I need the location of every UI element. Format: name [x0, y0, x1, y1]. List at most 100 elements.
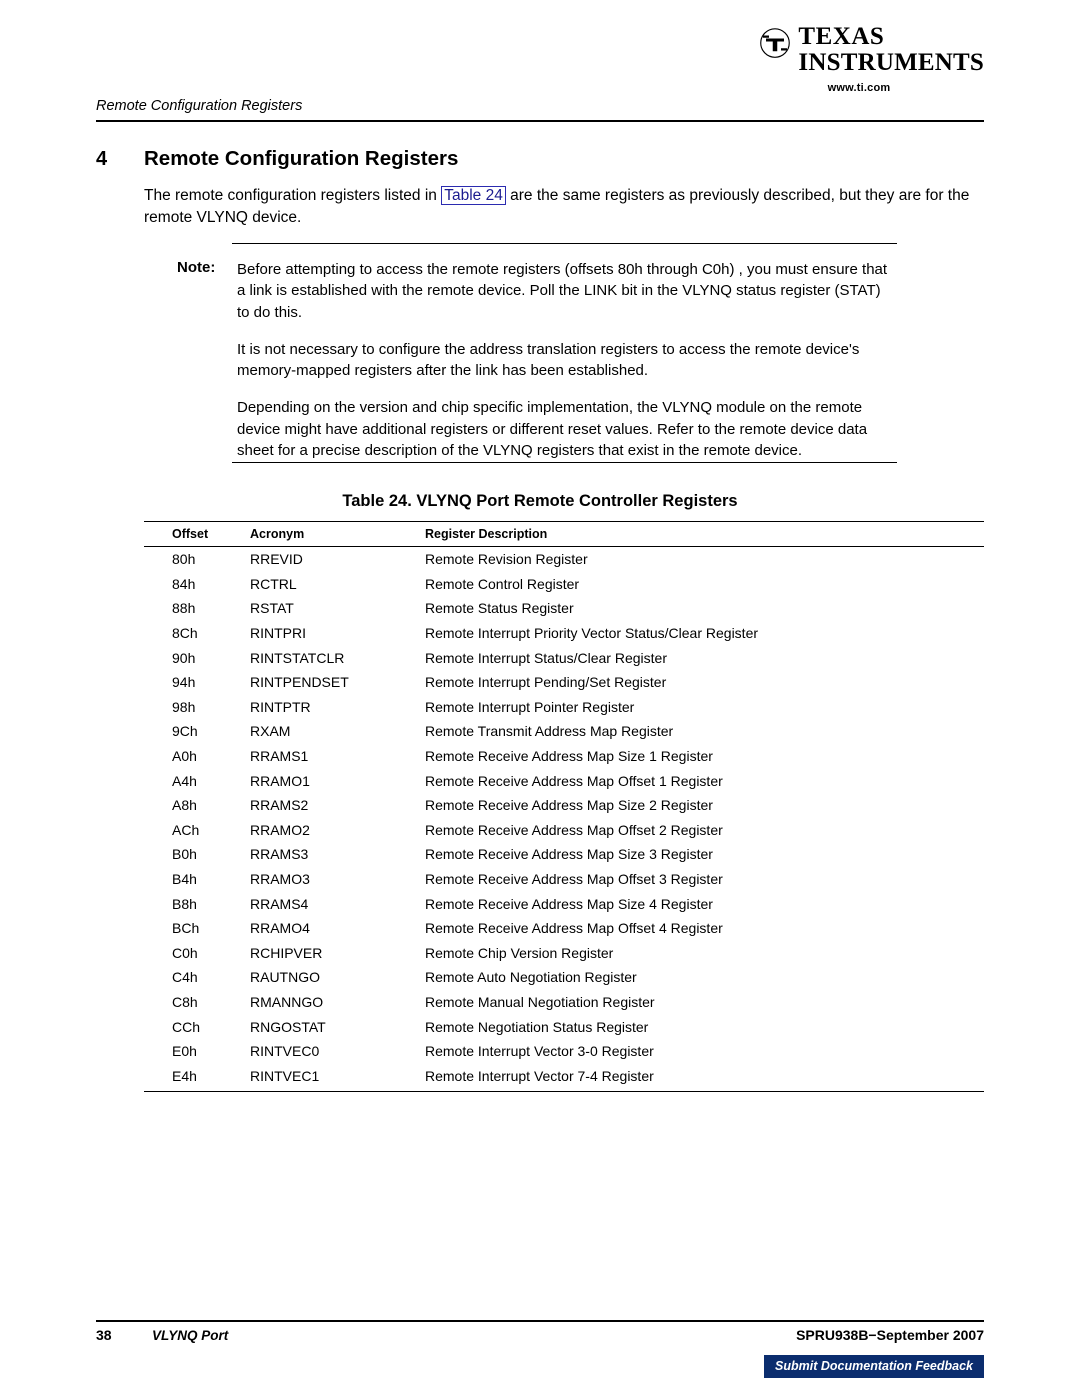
cell-offset: 98h — [172, 698, 196, 715]
table-row: 98h RINTPTR Remote Interrupt Pointer Regis… — [144, 695, 984, 720]
cell-acronym: RAUTNGO — [250, 969, 320, 986]
table-row: A0h RRAMS1 Remote Receive Address Map Size… — [144, 744, 984, 769]
ti-logo-row: TEXAS INSTRUMENTS — [744, 24, 984, 75]
cell-offset: BCh — [172, 920, 200, 937]
section-title: Remote Configuration Registers — [144, 147, 459, 170]
cell-description: Remote Transmit Address Map Register — [425, 723, 674, 740]
cell-offset: 94h — [172, 674, 196, 691]
cell-offset: E4h — [144, 1063, 250, 1092]
cell-acronym: RRAMS3 — [250, 846, 309, 863]
cell-description: Remote Receive Address Map Size 3 Regist… — [425, 846, 713, 863]
table-row: E4h RINTVEC1 Remote Interrupt Vector 7-4 R… — [144, 1063, 984, 1092]
table-caption: Table 24. VLYNQ Port Remote Controller R… — [342, 492, 738, 510]
table-row: 80h RREVID Remote Revision Register — [144, 547, 984, 572]
cell-offset: 80h — [172, 551, 196, 568]
cell-offset: A4h — [172, 772, 197, 789]
table-row: B0h RRAMS3 Remote Receive Address Map Size… — [144, 842, 984, 867]
footer-page-number: 38 — [96, 1327, 112, 1343]
running-head: Remote Configuration Registers — [96, 98, 303, 114]
column-header-acronym: Acronym — [250, 521, 425, 547]
cell-offset: C4h — [172, 969, 198, 986]
cell-offset: C0h — [172, 944, 198, 961]
note-bottom-rule — [232, 462, 897, 463]
cell-description: Remote Status Register — [425, 600, 574, 617]
footer-rule — [96, 1320, 984, 1322]
cell-description: Remote Revision Register — [425, 551, 588, 568]
table-header: Offset Acronym Register Description — [144, 521, 984, 547]
table-row: A8h RRAMS2 Remote Receive Address Map Size… — [144, 793, 984, 818]
cell-description: Remote Interrupt Priority Vector Status/… — [425, 625, 759, 642]
register-table: Offset Acronym Register Description 80h R… — [144, 521, 984, 1092]
table-row: B8h RRAMS4 Remote Receive Address Map Size… — [144, 891, 984, 916]
cell-description: Remote Receive Address Map Size 2 Regist… — [425, 797, 713, 814]
column-header-description: Register Description — [425, 521, 984, 547]
cell-offset: A0h — [172, 748, 197, 765]
cell-acronym: RREVID — [250, 551, 303, 568]
cell-acronym: RMANNGO — [250, 993, 324, 1010]
table-row: ACh RRAMO2 Remote Receive Address Map Offs… — [144, 818, 984, 843]
cell-acronym: RXAM — [250, 723, 291, 740]
cell-acronym: RNGOSTAT — [250, 1018, 326, 1035]
cell-offset: A8h — [172, 797, 197, 814]
cell-acronym: RINTPENDSET — [250, 674, 349, 691]
footer-doc-title: VLYNQ Port — [152, 1328, 229, 1343]
table-row: CCh RNGOSTAT Remote Negotiation Status Reg… — [144, 1014, 984, 1039]
cell-offset: 90h — [172, 649, 196, 666]
cell-acronym: RINTVEC1 — [250, 1063, 425, 1092]
table-row: A4h RRAMO1 Remote Receive Address Map Offs… — [144, 768, 984, 793]
header-rule — [96, 120, 984, 122]
cell-acronym: RINTPRI — [250, 625, 306, 642]
note-paragraph-2: It is not necessary to configure the add… — [237, 340, 860, 380]
table-row: C0h RCHIPVER Remote Chip Version Register — [144, 941, 984, 966]
cell-acronym: RCHIPVER — [250, 944, 323, 961]
cell-acronym: RRAMS1 — [250, 748, 309, 765]
cell-acronym: RRAMS4 — [250, 895, 309, 912]
table-24-crossref-link[interactable]: Table 24 — [441, 186, 506, 205]
cell-offset: 88h — [172, 600, 196, 617]
table-header-row: Offset Acronym Register Description — [144, 521, 984, 547]
ti-instruments-text: INSTRUMENTS — [798, 49, 984, 76]
cell-description: Remote Receive Address Map Offset 2 Regi… — [425, 821, 723, 838]
submit-documentation-feedback-link[interactable]: Submit Documentation Feedback — [764, 1355, 984, 1378]
cell-description: Remote Auto Negotiation Register — [425, 969, 637, 986]
cell-acronym: RRAMO1 — [250, 772, 310, 789]
cell-acronym: RRAMO2 — [250, 821, 310, 838]
note-paragraph-3: Depending on the version and chip specif… — [237, 399, 868, 460]
cell-offset: ACh — [172, 821, 200, 838]
cell-acronym: RINTVEC0 — [250, 1043, 320, 1060]
cell-offset: B0h — [172, 846, 197, 863]
ti-texas-text: TEXAS — [798, 23, 885, 50]
document-page: TEXAS INSTRUMENTS www.ti.com Remote Conf… — [0, 0, 1080, 1397]
footer-doc-id: SPRU938B−September 2007 — [796, 1327, 984, 1343]
table-row: 88h RSTAT Remote Status Register — [144, 596, 984, 621]
table-row: C8h RMANNGO Remote Manual Negotiation Regi… — [144, 990, 984, 1015]
column-header-offset: Offset — [144, 521, 250, 547]
table-row: C4h RAUTNGO Remote Auto Negotiation Regist… — [144, 965, 984, 990]
cell-description: Remote Receive Address Map Offset 4 Regi… — [425, 920, 723, 937]
table-row: BCh RRAMO4 Remote Receive Address Map Offs… — [144, 916, 984, 941]
ti-logo: TEXAS INSTRUMENTS www.ti.com — [744, 24, 984, 94]
cell-offset: 84h — [172, 575, 196, 592]
cell-acronym: RRAMO3 — [250, 871, 310, 888]
note-paragraph-1: Before attempting to access the remote r… — [237, 261, 888, 321]
cell-description: Remote Receive Address Map Size 1 Regist… — [425, 748, 713, 765]
cell-description: Remote Interrupt Vector 7-4 Register — [425, 1063, 984, 1092]
cell-offset: B4h — [172, 871, 197, 888]
table-row: 9Ch RXAM Remote Transmit Address Map Regis… — [144, 719, 984, 744]
table-row: 84h RCTRL Remote Control Register — [144, 572, 984, 597]
cell-acronym: RINTPTR — [250, 698, 311, 715]
intro-paragraph: The remote configuration registers liste… — [144, 185, 984, 230]
cell-acronym: RSTAT — [250, 600, 294, 617]
cell-acronym: RCTRL — [250, 575, 297, 592]
table-row: 8Ch RINTPRI Remote Interrupt Priority Vect… — [144, 621, 984, 646]
cell-description: Remote Negotiation Status Register — [425, 1018, 649, 1035]
cell-acronym: RRAMS2 — [250, 797, 309, 814]
table-row: E0h RINTVEC0 Remote Interrupt Vector 3-0 R… — [144, 1039, 984, 1064]
cell-description: Remote Control Register — [425, 575, 580, 592]
cell-description: Remote Interrupt Pending/Set Register — [425, 674, 667, 691]
ti-url-text: www.ti.com — [827, 82, 891, 94]
note-body: Before attempting to access the remote r… — [237, 259, 892, 461]
table-body: 80h RREVID Remote Revision Register 84h RCTR… — [144, 547, 984, 1092]
cell-offset: E0h — [172, 1043, 197, 1060]
note-label: Note: — [177, 259, 216, 276]
